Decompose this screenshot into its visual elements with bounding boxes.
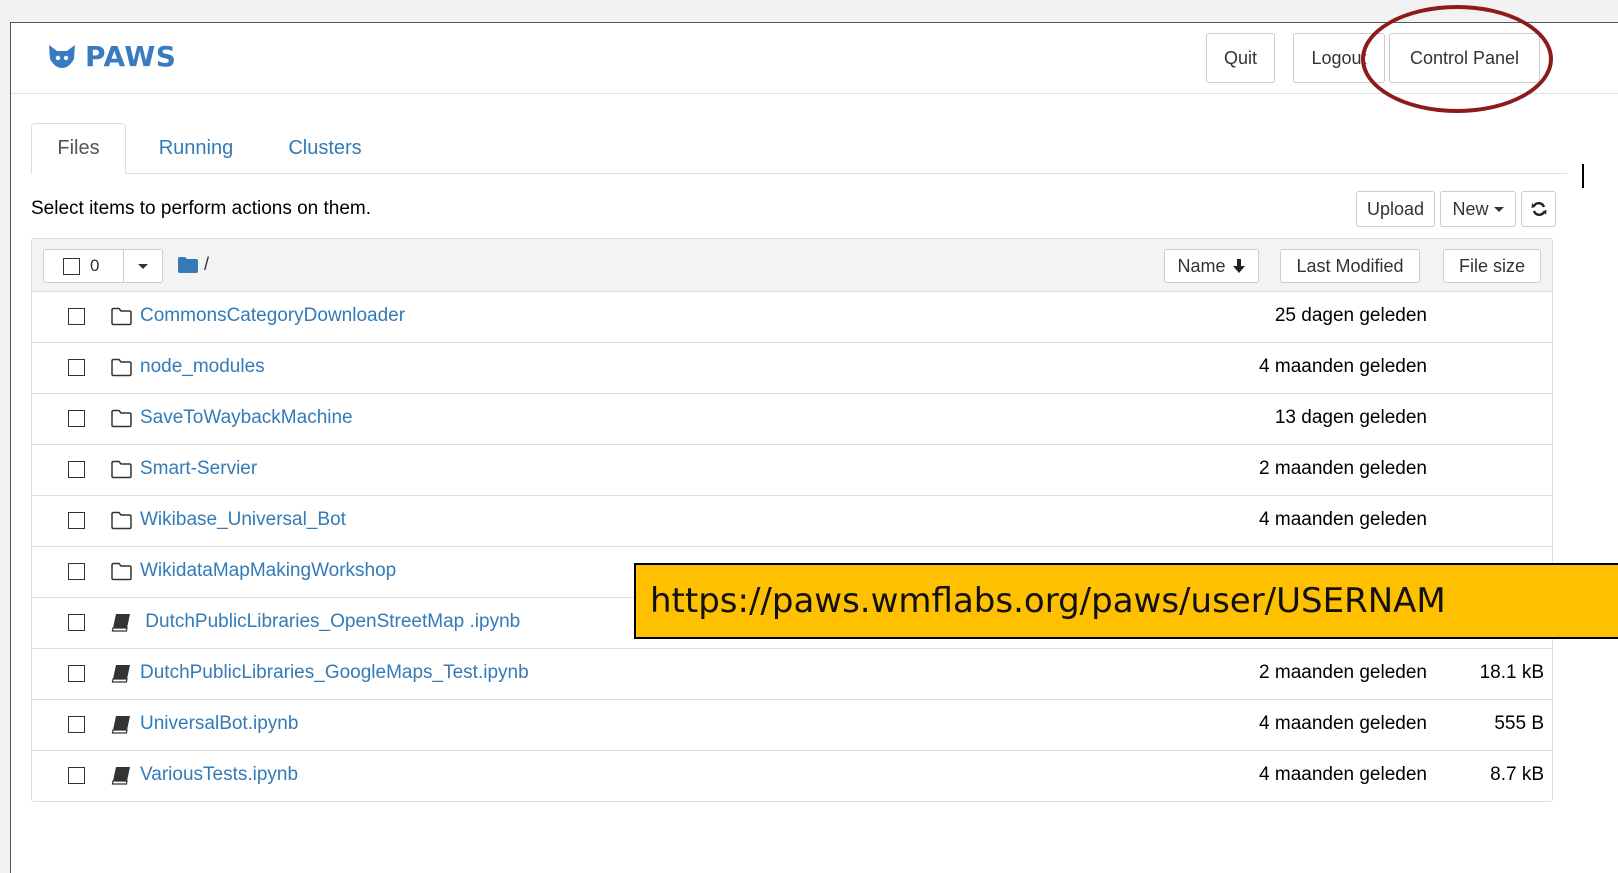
file-row[interactable]: SaveToWaybackMachine 13 dagen geleden	[32, 394, 1552, 445]
sort-by-size-button[interactable]: File size	[1443, 249, 1541, 283]
last-modified: 4 maanden geleden	[1259, 509, 1427, 530]
file-size: 8.7 kB	[1490, 764, 1544, 785]
quit-button[interactable]: Quit	[1206, 33, 1275, 83]
file-name-link[interactable]: Smart-Servier	[140, 458, 257, 480]
folder-icon	[111, 562, 132, 581]
sort-by-name-button[interactable]: Name	[1164, 249, 1259, 283]
last-modified: 4 maanden geleden	[1259, 713, 1427, 734]
new-dropdown-button[interactable]: New	[1440, 191, 1516, 227]
selection-hint: Select items to perform actions on them.	[31, 198, 372, 219]
file-row[interactable]: UniversalBot.ipynb 4 maanden geleden 555 B	[32, 700, 1552, 751]
cursor-mark	[1582, 164, 1584, 188]
header-bar: PAWS Quit Logout Control Panel	[11, 23, 1618, 94]
folder-icon	[111, 511, 132, 530]
last-modified: 2 maanden geleden	[1259, 458, 1427, 479]
folder-icon	[111, 307, 132, 326]
file-row[interactable]: DutchPublicLibraries_GoogleMaps_Test.ipy…	[32, 649, 1552, 700]
paws-window: PAWS Quit Logout Control Panel Files Run…	[10, 5, 1618, 873]
file-name-link[interactable]: CommonsCategoryDownloader	[140, 305, 405, 327]
selected-count: 0	[90, 256, 100, 275]
row-checkbox[interactable]	[68, 716, 85, 733]
notebook-icon	[111, 715, 132, 734]
file-row[interactable]: VariousTests.ipynb 4 maanden geleden 8.7 k…	[32, 751, 1552, 801]
row-checkbox[interactable]	[68, 308, 85, 325]
select-menu-toggle[interactable]	[124, 250, 162, 282]
file-name-link[interactable]: DutchPublicLibraries_OpenStreetMap .ipyn…	[140, 611, 520, 633]
tab-bar: Files Running Clusters	[31, 123, 1567, 174]
file-name-link[interactable]: Wikibase_Universal_Bot	[140, 509, 346, 531]
file-name-link[interactable]: SaveToWaybackMachine	[140, 407, 353, 429]
cat-logo-icon	[49, 45, 75, 68]
last-modified: 13 dagen geleden	[1274, 407, 1427, 428]
tab-files[interactable]: Files	[31, 123, 126, 174]
row-checkbox[interactable]	[68, 410, 85, 427]
row-checkbox[interactable]	[68, 767, 85, 784]
row-checkbox[interactable]	[68, 512, 85, 529]
file-size: 18.1 kB	[1479, 662, 1544, 683]
file-rows: CommonsCategoryDownloader 25 dagen gelede…	[32, 292, 1552, 801]
row-checkbox[interactable]	[68, 614, 85, 631]
file-name-link[interactable]: UniversalBot.ipynb	[140, 713, 298, 735]
select-all-control[interactable]: 0	[44, 250, 124, 282]
breadcrumb-root[interactable]: /	[204, 254, 209, 275]
select-all-group: 0	[43, 249, 163, 283]
new-label: New	[1452, 198, 1489, 219]
url-callout: https://paws.wmflabs.org/paws/user/USERN…	[634, 563, 1618, 639]
row-checkbox[interactable]	[68, 665, 85, 682]
notebook-icon	[111, 613, 132, 632]
folder-icon	[111, 409, 132, 428]
row-checkbox[interactable]	[68, 563, 85, 580]
control-panel-button[interactable]: Control Panel	[1389, 33, 1540, 83]
file-list: 0 / Name Last Modified File size Commons…	[31, 238, 1553, 802]
last-modified: 4 maanden geleden	[1259, 764, 1427, 785]
refresh-button[interactable]	[1521, 191, 1556, 227]
file-list-header: 0 / Name Last Modified File size	[32, 239, 1552, 292]
file-row[interactable]: Smart-Servier 2 maanden geleden	[32, 445, 1552, 496]
folder-icon	[178, 256, 198, 273]
last-modified: 2 maanden geleden	[1259, 662, 1427, 683]
refresh-icon	[1531, 202, 1546, 216]
notebook-icon	[111, 766, 132, 785]
file-row[interactable]: CommonsCategoryDownloader 25 dagen gelede…	[32, 292, 1552, 343]
file-size: 555 B	[1494, 713, 1544, 734]
caret-down-icon	[138, 263, 148, 269]
notebook-icon	[111, 664, 132, 683]
sort-by-modified-button[interactable]: Last Modified	[1280, 249, 1420, 283]
file-row[interactable]: Wikibase_Universal_Bot 4 maanden geleden	[32, 496, 1552, 547]
tab-running[interactable]: Running	[141, 123, 251, 173]
logo-text: PAWS	[85, 39, 177, 73]
row-checkbox[interactable]	[68, 461, 85, 478]
sort-name-label: Name	[1177, 255, 1226, 276]
logout-button[interactable]: Logout	[1293, 33, 1385, 83]
last-modified: 4 maanden geleden	[1259, 356, 1427, 377]
file-name-link[interactable]: DutchPublicLibraries_GoogleMaps_Test.ipy…	[140, 662, 529, 684]
file-name-link[interactable]: VariousTests.ipynb	[140, 764, 298, 786]
folder-icon	[111, 460, 132, 479]
file-row[interactable]: node_modules 4 maanden geleden	[32, 343, 1552, 394]
row-checkbox[interactable]	[68, 359, 85, 376]
caret-down-icon	[1493, 206, 1504, 212]
paws-logo[interactable]: PAWS	[47, 39, 177, 73]
upload-button[interactable]: Upload	[1356, 191, 1435, 227]
arrow-down-icon	[1232, 258, 1245, 273]
breadcrumb[interactable]: /	[178, 254, 209, 275]
file-name-link[interactable]: node_modules	[140, 356, 265, 378]
folder-icon	[111, 358, 132, 377]
last-modified: 25 dagen geleden	[1274, 305, 1427, 326]
select-all-checkbox[interactable]	[63, 257, 80, 275]
tab-clusters[interactable]: Clusters	[265, 123, 385, 173]
file-name-link[interactable]: WikidataMapMakingWorkshop	[140, 560, 396, 582]
